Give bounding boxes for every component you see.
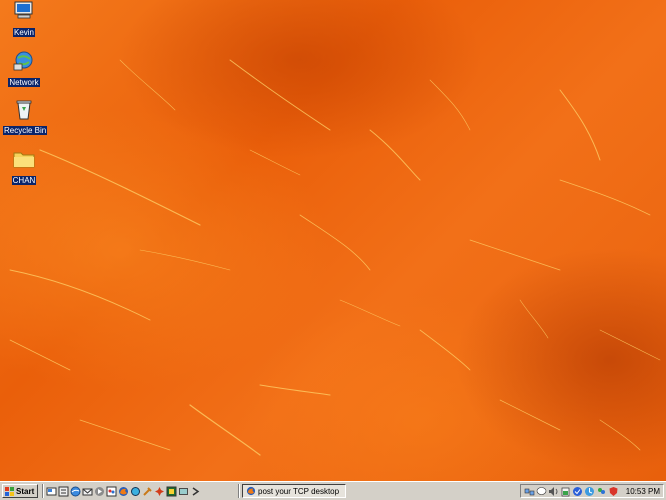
volume-icon[interactable]: [548, 486, 559, 497]
desktop-icon-label: CHAN: [11, 176, 37, 185]
folder-icon: [13, 152, 35, 168]
media-icon[interactable]: [94, 486, 105, 497]
start-label: Start: [16, 486, 35, 496]
messenger-icon[interactable]: [596, 486, 607, 497]
app2-icon[interactable]: [178, 486, 189, 497]
taskbar: Start post your TCP desktop 10:53 PM: [0, 481, 666, 500]
windows-logo-icon: [5, 486, 14, 496]
chat-tray-icon[interactable]: [536, 486, 547, 497]
internet-icon[interactable]: [70, 486, 81, 497]
desktop-icon-label: Network: [8, 78, 40, 87]
desktop-icon-recycle-bin[interactable]: Recycle Bin: [3, 98, 48, 138]
desktop-icon-label: Recycle Bin: [3, 126, 48, 135]
desktop-icon-my-computer[interactable]: Kevin: [3, 0, 45, 40]
desktop[interactable]: Kevin Network Recycle Bin CHAN: [0, 0, 666, 481]
firefox-icon[interactable]: [118, 486, 129, 497]
battery-icon[interactable]: [560, 486, 571, 497]
desktop-icon-network[interactable]: Network: [3, 50, 45, 90]
taskbar-separator: [238, 484, 240, 498]
taskbar-button-label: post your TCP desktop: [258, 486, 340, 496]
wallpaper: [9, 59, 661, 456]
show-desktop-icon[interactable]: [46, 486, 57, 497]
taskbar-separator: [42, 484, 44, 498]
monitor-icon[interactable]: [166, 486, 177, 497]
desktop-icon-folder[interactable]: CHAN: [3, 148, 45, 188]
update-icon[interactable]: [584, 486, 595, 497]
outlook-icon[interactable]: [82, 486, 93, 497]
tool-icon[interactable]: [142, 486, 153, 497]
app-icon[interactable]: [130, 486, 141, 497]
start-button[interactable]: Start: [2, 484, 38, 498]
settings-icon[interactable]: [154, 486, 165, 497]
paint-icon[interactable]: [106, 486, 117, 497]
quick-launch-bar: [46, 484, 201, 498]
recycle-bin-icon: [16, 100, 32, 120]
explorer-icon[interactable]: [58, 486, 69, 497]
firefox-icon: [246, 486, 256, 496]
clock[interactable]: 10:53 PM: [626, 487, 663, 496]
security-icon[interactable]: [572, 486, 583, 497]
system-tray: 10:53 PM: [520, 484, 664, 498]
arrow-icon[interactable]: [190, 486, 201, 497]
network-icon: [13, 51, 33, 71]
taskbar-button-firefox[interactable]: post your TCP desktop: [242, 484, 346, 498]
network-tray-icon[interactable]: [524, 486, 535, 497]
my-computer-icon: [14, 1, 33, 19]
desktop-icon-label: Kevin: [12, 28, 35, 37]
shield-icon[interactable]: [608, 486, 619, 497]
